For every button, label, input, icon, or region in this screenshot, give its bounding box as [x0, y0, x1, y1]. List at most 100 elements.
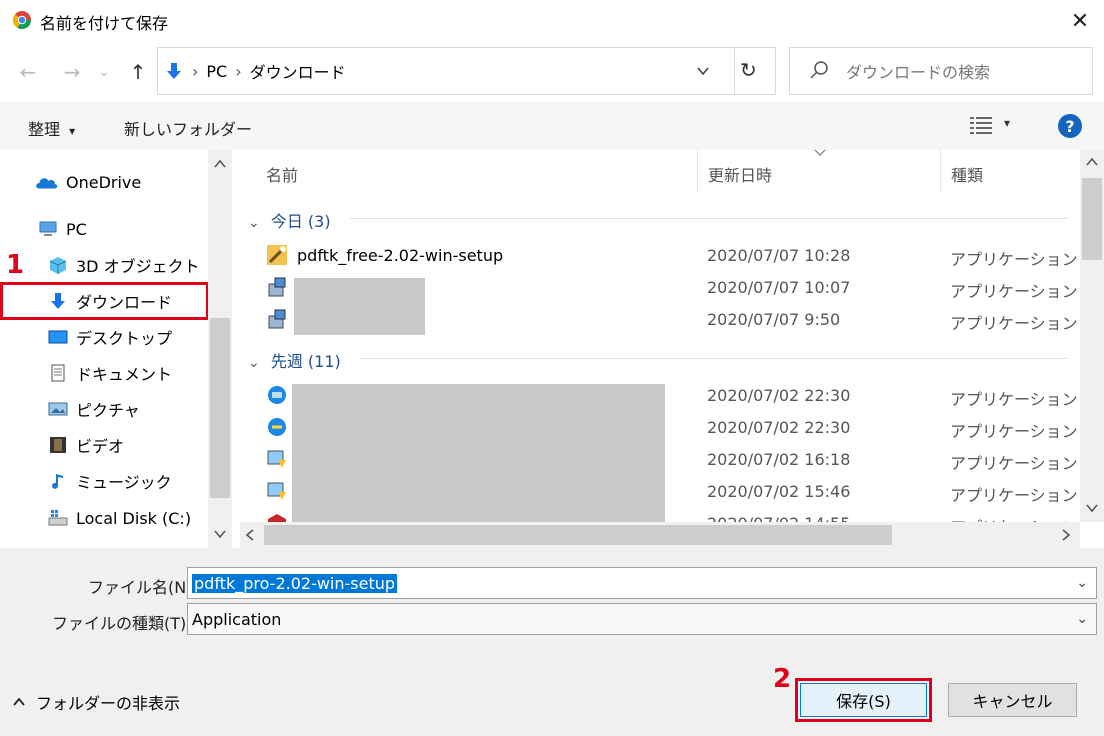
address-bar[interactable]: › PC › ダウンロード ↻ [157, 47, 776, 95]
filename-input-value[interactable]: pdftk_pro-2.02-win-setup [192, 573, 398, 593]
installer-icon [267, 450, 286, 468]
breadcrumb-separator: › [192, 61, 199, 81]
organize-button[interactable]: 整理 ▾ [28, 116, 75, 140]
file-date: 2020/07/07 10:07 [707, 278, 851, 297]
file-type: アプリケーション [950, 282, 1078, 301]
group-divider [360, 358, 1068, 359]
search-box[interactable]: ダウンロードの検索 [789, 47, 1093, 95]
back-button[interactable]: ← [14, 58, 42, 86]
view-details-icon[interactable] [970, 116, 992, 134]
picture-icon [48, 402, 68, 416]
sort-indicator-icon [814, 149, 826, 156]
vertical-scroll-thumb[interactable] [1082, 178, 1102, 260]
column-divider[interactable] [697, 150, 698, 192]
sidebar-item-3d-objects[interactable]: 3D オブジェクト [48, 250, 200, 280]
file-type: アプリケーション [950, 454, 1078, 473]
file-date: 2020/07/02 22:30 [707, 418, 851, 437]
redacted-area [294, 278, 425, 335]
file-date: 2020/07/02 14:55 [707, 514, 850, 522]
scroll-down-icon[interactable] [213, 528, 227, 540]
chevron-down-icon: ⌄ [248, 355, 260, 371]
column-divider[interactable] [940, 150, 941, 192]
magic-wand-icon [267, 245, 287, 265]
recent-locations-button[interactable]: ⌄ [94, 58, 114, 86]
sidebar-item-documents[interactable]: ドキュメント [48, 358, 172, 388]
sidebar-item-label: 3D オブジェクト [76, 257, 200, 276]
filetype-select[interactable]: Application ⌄ [187, 603, 1097, 635]
download-arrow-icon [167, 63, 181, 79]
sidebar-item-local-disk[interactable]: Local Disk (C:) [48, 503, 191, 533]
sidebar-item-label: デスクトップ [76, 329, 173, 348]
drive-icon [48, 510, 68, 526]
up-button[interactable]: ↑ [124, 58, 152, 86]
help-button[interactable]: ? [1058, 114, 1082, 138]
sidebar-item-onedrive[interactable]: OneDrive [34, 167, 141, 197]
film-icon [50, 437, 66, 453]
file-date: 2020/07/02 22:30 [707, 386, 851, 405]
file-type: アプリケーション [950, 486, 1078, 505]
new-folder-button[interactable]: 新しいフォルダー [124, 116, 252, 140]
file-date: 2020/07/02 15:46 [707, 482, 851, 501]
file-type: アプリケーション [950, 314, 1078, 333]
group-header-today[interactable]: ⌄ 今日 (3) [248, 208, 331, 232]
file-type: アプリケーション [950, 422, 1078, 441]
chevron-down-icon[interactable]: ⌄ [1076, 575, 1088, 591]
scroll-left-icon[interactable] [244, 528, 256, 542]
scroll-down-icon[interactable] [1085, 502, 1099, 514]
breadcrumb-pc[interactable]: PC [206, 62, 227, 81]
save-button[interactable]: 保存(S) [800, 683, 927, 717]
column-header-type[interactable]: 種類 [951, 162, 983, 186]
file-row[interactable]: pdftk_free-2.02-win-setup 2020/07/07 10:… [240, 240, 1080, 272]
horizontal-scroll-thumb[interactable] [264, 525, 892, 545]
address-divider [734, 48, 735, 94]
sidebar-item-label: ダウンロード [76, 293, 173, 312]
file-date: 2020/07/07 10:28 [707, 246, 851, 265]
breadcrumb-downloads[interactable]: ダウンロード [250, 59, 346, 83]
cancel-button[interactable]: キャンセル [948, 683, 1077, 717]
sidebar-item-label: ドキュメント [76, 365, 173, 384]
cube-icon [49, 257, 67, 274]
step-number-2: 2 [773, 664, 792, 694]
chevron-down-icon[interactable]: ⌄ [1076, 611, 1088, 627]
nav-pane-scroll-thumb[interactable] [210, 318, 230, 498]
installer-icon [268, 277, 286, 297]
setup-icon [268, 386, 286, 404]
sidebar-item-label: OneDrive [66, 172, 142, 192]
hide-folders-label: フォルダーの非表示 [36, 694, 181, 713]
sidebar-item-desktop[interactable]: デスクトップ [48, 322, 172, 352]
cloud-icon [36, 178, 58, 189]
redacted-area [292, 384, 665, 522]
sidebar-item-videos[interactable]: ビデオ [48, 430, 124, 460]
column-header-name[interactable]: 名前 [266, 162, 298, 186]
sidebar-item-pictures[interactable]: ピクチャ [48, 394, 140, 424]
scroll-up-icon[interactable] [1085, 156, 1099, 168]
group-header-last-week[interactable]: ⌄ 先週 (11) [248, 348, 341, 372]
file-name: pdftk_free-2.02-win-setup [297, 246, 504, 265]
column-header-date[interactable]: 更新日時 [708, 162, 772, 186]
sidebar-item-downloads[interactable]: ダウンロード [48, 286, 172, 316]
refresh-button[interactable]: ↻ [740, 58, 757, 82]
sidebar-item-pc[interactable]: PC [38, 214, 87, 244]
close-button[interactable]: ✕ [1060, 2, 1100, 40]
filename-field[interactable]: pdftk_pro-2.02-win-setup ⌄ [187, 567, 1097, 599]
sidebar-item-music[interactable]: ミュージック [48, 466, 172, 496]
file-date: 2020/07/07 9:50 [707, 310, 841, 329]
chevron-down-icon[interactable] [696, 64, 710, 78]
search-icon [810, 61, 828, 79]
breadcrumb-separator: › [235, 61, 242, 81]
chevron-down-icon: ⌄ [248, 215, 260, 231]
window-title: 名前を付けて保存 [40, 14, 169, 33]
computer-icon [39, 221, 57, 236]
sidebar-item-label: ピクチャ [76, 401, 140, 420]
forward-button[interactable]: → [58, 58, 86, 86]
package-icon [268, 514, 286, 522]
group-divider [350, 218, 1068, 219]
hide-folders-toggle[interactable]: フォルダーの非表示 [12, 690, 180, 714]
music-note-icon [52, 474, 63, 489]
view-options-arrow[interactable]: ▾ [1004, 116, 1010, 130]
scroll-right-icon[interactable] [1060, 528, 1072, 542]
desktop-icon [48, 330, 68, 344]
search-input[interactable]: ダウンロードの検索 [846, 59, 990, 83]
file-type: アプリケーション [950, 514, 1078, 522]
scroll-up-icon[interactable] [213, 158, 227, 170]
